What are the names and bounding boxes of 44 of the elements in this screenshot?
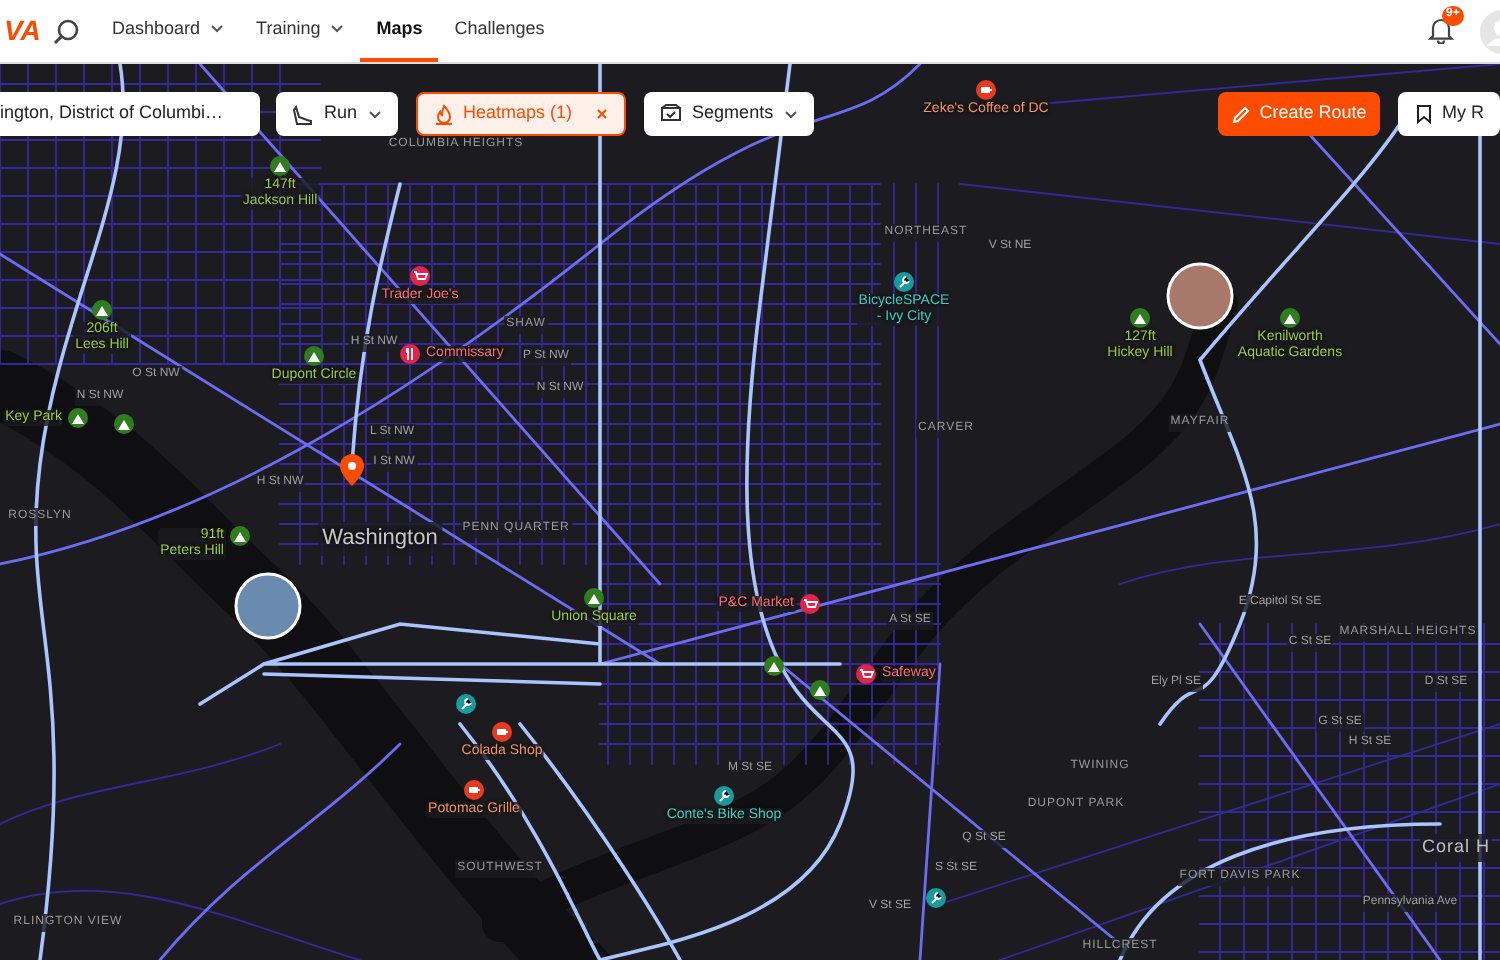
- city-label: Washington: [318, 522, 442, 555]
- segments-icon: [660, 104, 683, 124]
- flame-icon: [433, 103, 454, 125]
- nav-tab[interactable]: Dashboard: [96, 0, 241, 62]
- close-icon[interactable]: [596, 108, 609, 120]
- segments-filter-button[interactable]: Segments: [644, 92, 814, 136]
- wrench-icon[interactable]: [456, 694, 476, 714]
- pencil-icon: [1231, 105, 1250, 123]
- search-icon[interactable]: [52, 17, 80, 45]
- sport-filter-button[interactable]: Run: [276, 92, 398, 136]
- mountain-icon[interactable]: [230, 526, 250, 546]
- fork-knife-icon[interactable]: [400, 344, 420, 364]
- photo-placeholder[interactable]: [234, 572, 302, 640]
- wrench-icon[interactable]: [894, 272, 914, 292]
- mountain-icon[interactable]: [1130, 308, 1150, 328]
- photo-placeholder[interactable]: [1166, 262, 1234, 330]
- caret-icon: [783, 109, 798, 119]
- bell-icon[interactable]: [1428, 15, 1454, 43]
- location-field[interactable]: ington, District of Columbi…: [0, 92, 260, 136]
- wrench-icon[interactable]: [714, 786, 734, 806]
- cup-icon[interactable]: [492, 722, 512, 742]
- bookmark-icon: [1416, 104, 1432, 124]
- cup-icon[interactable]: [976, 80, 996, 100]
- cart-icon[interactable]: [800, 594, 820, 614]
- cup-icon[interactable]: [464, 780, 484, 800]
- wrench-icon[interactable]: [926, 888, 946, 908]
- location-pin-icon[interactable]: [340, 454, 364, 486]
- nav-tab[interactable]: Challenges: [438, 0, 561, 62]
- area-label: Coral H: [1420, 834, 1492, 861]
- mountain-icon[interactable]: [584, 588, 604, 608]
- caret-icon: [367, 109, 382, 119]
- mountain-icon[interactable]: [764, 656, 784, 676]
- mountain-icon[interactable]: [810, 680, 830, 700]
- saved-routes-button[interactable]: My R: [1398, 92, 1500, 136]
- cart-icon[interactable]: [856, 664, 876, 684]
- nav-tab[interactable]: Training: [240, 0, 361, 62]
- shoe-icon: [292, 103, 314, 125]
- mountain-icon[interactable]: [68, 408, 88, 428]
- cart-icon[interactable]: [410, 266, 430, 286]
- mountain-icon[interactable]: [114, 414, 134, 434]
- mountain-icon[interactable]: [270, 156, 290, 176]
- mountain-icon[interactable]: [92, 300, 112, 320]
- mountain-icon[interactable]: [304, 346, 324, 366]
- mountain-icon[interactable]: [1280, 308, 1300, 328]
